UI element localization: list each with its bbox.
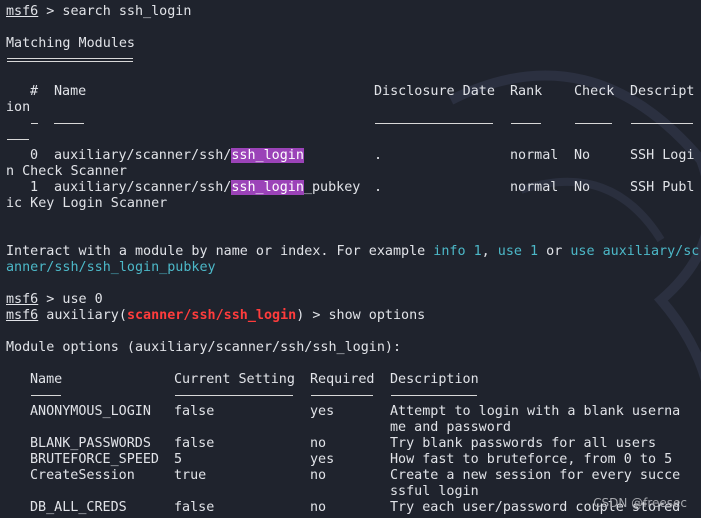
divider-index	[31, 123, 38, 124]
divider-desc-wrap	[7, 139, 29, 140]
terminal-window[interactable]: msf6 > search ssh_login Matching Modules…	[0, 0, 701, 518]
col-disclosure-date: Disclosure Date	[374, 84, 495, 99]
col-description-wrap: ion	[6, 100, 31, 115]
row-0-desc: SSH Logi	[630, 148, 695, 163]
opt-divider-desc	[391, 395, 477, 396]
col-description: Descript	[630, 84, 695, 99]
row-1-check: No	[574, 180, 591, 195]
col-index: #	[30, 84, 39, 99]
command-line-3: msf6 auxiliary(scanner/ssh/ssh_login) > …	[6, 308, 426, 323]
divider-desc	[631, 123, 693, 124]
active-module-name: scanner/ssh/ssh_login	[126, 308, 297, 323]
opt-row-required: yes	[310, 452, 335, 467]
opt-divider-required	[311, 395, 373, 396]
row-0-check: No	[574, 148, 591, 163]
opt-col-description: Description	[390, 372, 479, 387]
opt-row-required: no	[310, 436, 327, 451]
opt-row-setting: false	[174, 436, 215, 451]
opt-row-desc: Try blank passwords for all users	[390, 436, 657, 451]
opt-row-name: BLANK_PASSWORDS	[30, 436, 151, 451]
prompt: msf6	[6, 308, 39, 323]
opt-row-desc: Create a new session for every succe	[390, 468, 681, 483]
hint-info-command: info 1	[433, 244, 482, 259]
opt-row-setting: false	[174, 500, 215, 515]
opt-col-setting: Current Setting	[174, 372, 295, 387]
opt-col-name: Name	[30, 372, 63, 387]
divider-date	[375, 123, 493, 124]
command-text: > search ssh_login	[38, 4, 192, 19]
interact-hint-wrap: anner/ssh/ssh_login_pubkey	[6, 260, 216, 275]
opt-row-name: DB_ALL_CREDS	[30, 500, 127, 515]
opt-row-required: no	[310, 468, 327, 483]
opt-row-setting: false	[174, 404, 215, 419]
command-line-2: msf6 > use 0	[6, 292, 103, 307]
hint-use-path-command: use auxiliary/sc	[570, 244, 700, 259]
opt-row-desc-wrap: ssful login	[390, 484, 479, 499]
search-highlight: ssh_login	[231, 180, 304, 195]
prompt: msf6	[6, 4, 39, 19]
hint-use-index-command: use 1	[497, 244, 539, 259]
row-1-desc: SSH Publ	[630, 180, 695, 195]
row-1-name[interactable]: auxiliary/scanner/ssh/ssh_login_pubkey	[54, 180, 360, 196]
opt-col-required: Required	[310, 372, 375, 387]
opt-row-desc: Attempt to login with a blank userna	[390, 404, 681, 419]
row-1-rank: normal	[510, 180, 559, 195]
opt-divider-name	[31, 395, 61, 396]
opt-row-setting: true	[174, 468, 207, 483]
prompt: msf6	[6, 292, 39, 307]
row-1-date: .	[374, 180, 383, 195]
options-title: Module options (auxiliary/scanner/ssh/ss…	[6, 340, 402, 355]
row-1-desc-wrap: ic Key Login Scanner	[6, 196, 168, 211]
opt-row-name: ANONYMOUS_LOGIN	[30, 404, 151, 419]
opt-row-setting: 5	[174, 452, 183, 467]
row-0-desc-wrap: n Check Scanner	[6, 164, 127, 179]
divider-rank	[511, 123, 541, 124]
section-underline	[7, 58, 133, 59]
section-title-matching: Matching Modules	[6, 36, 135, 51]
opt-row-required: yes	[310, 404, 335, 419]
opt-row-desc-wrap: me and password	[390, 420, 511, 435]
opt-row-name: CreateSession	[30, 468, 135, 483]
divider-check	[575, 123, 612, 124]
section-underline-2	[7, 61, 133, 62]
divider-name	[54, 123, 84, 124]
col-rank: Rank	[510, 84, 543, 99]
row-1-index: 1	[30, 180, 39, 195]
interact-hint: Interact with a module by name or index.…	[6, 244, 700, 259]
opt-row-desc: How fast to bruteforce, from 0 to 5	[390, 452, 673, 467]
row-0-name[interactable]: auxiliary/scanner/ssh/ssh_login	[54, 148, 304, 164]
search-highlight: ssh_login	[231, 148, 304, 163]
row-0-rank: normal	[510, 148, 559, 163]
row-0-index: 0	[30, 148, 39, 163]
opt-row-required: no	[310, 500, 327, 515]
opt-row-name: BRUTEFORCE_SPEED	[30, 452, 159, 467]
opt-divider-setting	[175, 395, 293, 396]
command-line-1: msf6 > search ssh_login	[6, 4, 191, 20]
col-check: Check	[574, 84, 615, 99]
col-name: Name	[54, 84, 87, 99]
csdn-watermark: CSDN @freesec	[593, 496, 687, 510]
row-0-date: .	[374, 148, 383, 163]
